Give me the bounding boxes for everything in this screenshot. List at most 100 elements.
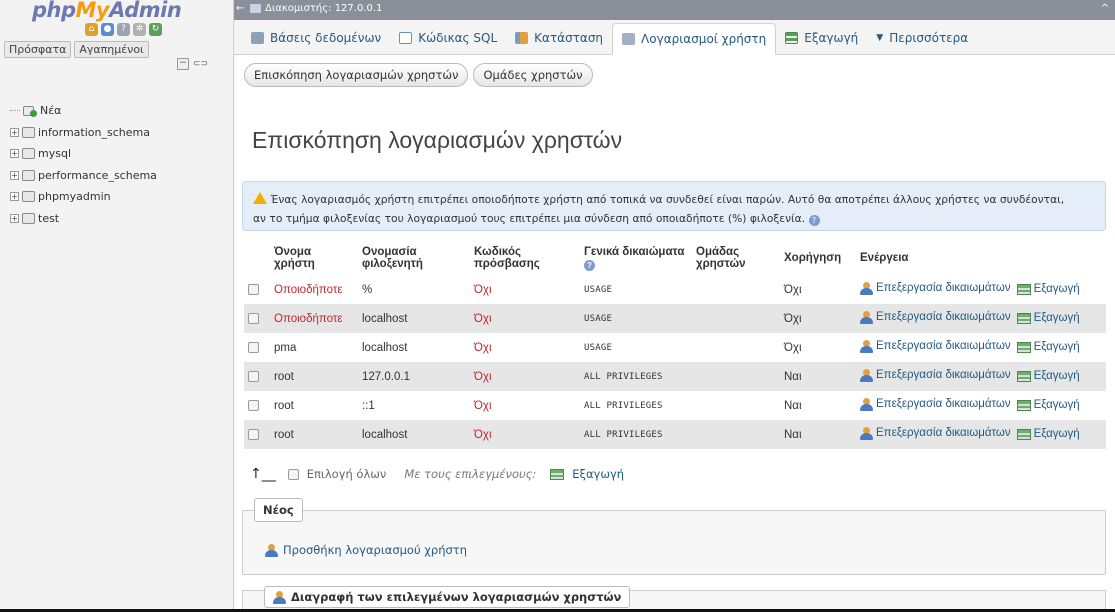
export-user-label[interactable]: Εξαγωγή <box>1034 428 1080 440</box>
export-user-link[interactable]: Εξαγωγή <box>1011 341 1080 353</box>
subtab-user-accounts-overview[interactable]: Επισκόπηση λογαριασμών χρηστών <box>244 63 469 87</box>
table-row[interactable]: root localhost Όχι ALL PRIVILEGES Ναι Επεξεργ… <box>244 420 1106 449</box>
export-user-label[interactable]: Εξαγωγή <box>1034 399 1080 411</box>
cell-user-group <box>692 391 780 420</box>
cell-password: Όχι <box>470 275 580 304</box>
collapse-all-button[interactable]: − <box>177 58 189 70</box>
export-user-label[interactable]: Εξαγωγή <box>1034 312 1080 324</box>
help-icon[interactable]: ? <box>808 215 820 226</box>
edit-privileges-label[interactable]: Επεξεργασία δικαιωμάτων <box>876 427 1011 439</box>
row-checkbox[interactable] <box>248 399 259 411</box>
recent-tab[interactable]: Πρόσφατα <box>4 41 72 58</box>
logout-icon[interactable]: ● <box>101 23 114 36</box>
back-arrow-icon[interactable]: ← <box>236 3 244 14</box>
expand-icon[interactable]: + <box>10 170 19 180</box>
export-user-link[interactable]: Εξαγωγή <box>1011 399 1080 411</box>
export-user-link[interactable]: Εξαγωγή <box>1011 370 1080 382</box>
edit-privileges-link[interactable]: Επεξεργασία δικαιωμάτων <box>860 368 1011 382</box>
bulk-export-button[interactable]: Εξαγωγή <box>572 467 624 481</box>
tab-export[interactable]: Εξαγωγή <box>776 22 867 54</box>
edit-privileges-link[interactable]: Επεξεργασία δικαιωμάτων <box>860 426 1011 440</box>
favorites-tab[interactable]: Αγαπημένοι <box>74 41 149 58</box>
export-user-link[interactable]: Εξαγωγή <box>1011 283 1080 295</box>
export-user-link[interactable]: Εξαγωγή <box>1011 428 1080 440</box>
cell-password: Όχι <box>470 333 580 362</box>
link-icon[interactable]: ⊂⊃ <box>193 59 208 69</box>
tree-item-label[interactable]: test <box>38 212 59 225</box>
row-checkbox[interactable] <box>248 312 259 324</box>
select-all-label[interactable]: Επιλογή όλων <box>307 467 387 481</box>
expand-icon[interactable]: + <box>10 149 19 159</box>
expand-icon[interactable]: + <box>10 192 19 202</box>
breadcrumb-server[interactable]: Διακομιστής: 127.0.0.1 <box>265 3 382 14</box>
tree-item-label[interactable]: phpmyadmin <box>38 190 111 203</box>
add-user-account-link[interactable]: Προσθήκη λογαριασμού χρήστη <box>265 543 467 557</box>
tab-status[interactable]: Κατάσταση <box>506 22 612 54</box>
cell-user-group <box>692 362 780 391</box>
row-checkbox[interactable] <box>248 283 259 295</box>
header-grant[interactable]: Χορήγηση <box>780 241 856 275</box>
row-checkbox[interactable] <box>248 428 259 440</box>
add-user-label[interactable]: Προσθήκη λογαριασμού χρήστη <box>283 543 467 557</box>
edit-privileges-link[interactable]: Επεξεργασία δικαιωμάτων <box>860 397 1011 411</box>
table-row[interactable]: root 127.0.0.1 Όχι ALL PRIVILEGES Ναι Επεξεργ… <box>244 362 1106 391</box>
tree-item-label[interactable]: information_schema <box>38 126 150 139</box>
table-row[interactable]: pma localhost Όχι USAGE Όχι Επεξεργασία δικαι… <box>244 333 1106 362</box>
tab-sql[interactable]: Κώδικας SQL <box>390 22 506 54</box>
tab-user-accounts[interactable]: Λογαριασμοί χρήστη <box>612 23 777 55</box>
logo-php: php <box>32 0 76 22</box>
export-user-label[interactable]: Εξαγωγή <box>1034 341 1080 353</box>
header-password[interactable]: Κωδικός πρόσβασης <box>470 241 580 275</box>
export-icon <box>1016 399 1031 411</box>
help-icon[interactable]: ? <box>584 259 595 271</box>
tree-item-db[interactable]: + phpmyadmin <box>10 186 157 208</box>
phpmyadmin-logo[interactable]: phpMyAdmin <box>32 0 182 22</box>
expand-icon[interactable]: + <box>10 127 19 137</box>
tab-databases[interactable]: Βάσεις δεδομένων <box>242 22 390 54</box>
row-checkbox[interactable] <box>248 370 259 382</box>
header-host[interactable]: Ονομασία φιλοξενητή <box>358 241 470 275</box>
tree-item-label[interactable]: performance_schema <box>38 169 157 182</box>
table-row[interactable]: root::1 Όχι ALL PRIVILEGES Ναι Επεξεργασία δ… <box>244 391 1106 420</box>
export-user-label[interactable]: Εξαγωγή <box>1034 283 1080 295</box>
tree-item-db[interactable]: + information_schema <box>10 122 157 144</box>
header-user-group[interactable]: Ομάδας χρηστών <box>692 241 780 275</box>
edit-privileges-label[interactable]: Επεξεργασία δικαιωμάτων <box>876 340 1011 352</box>
tree-item-new[interactable]: Νέα <box>10 100 157 122</box>
subtab-user-groups[interactable]: Ομάδες χρηστών <box>473 63 593 87</box>
edit-privileges-link[interactable]: Επεξεργασία δικαιωμάτων <box>860 281 1011 295</box>
cell-user-group <box>692 304 780 333</box>
database-icon <box>22 212 35 224</box>
expand-icon[interactable]: + <box>10 213 19 223</box>
settings-icon[interactable]: ✲ <box>133 23 146 36</box>
export-user-link[interactable]: Εξαγωγή <box>1011 312 1080 324</box>
row-checkbox[interactable] <box>248 341 259 353</box>
tree-item-db[interactable]: + performance_schema <box>10 165 157 187</box>
edit-privileges-label[interactable]: Επεξεργασία δικαιωμάτων <box>876 282 1011 294</box>
tree-item-db[interactable]: + mysql <box>10 143 157 165</box>
table-row[interactable]: Οποιοδήποτε% Όχι USAGE Όχι Επεξεργασία δικαι… <box>244 275 1106 304</box>
edit-privileges-link[interactable]: Επεξεργασία δικαιωμάτων <box>860 339 1011 353</box>
export-user-label[interactable]: Εξαγωγή <box>1034 370 1080 382</box>
edit-privileges-label[interactable]: Επεξεργασία δικαιωμάτων <box>876 311 1011 323</box>
tree-item-db[interactable]: + test <box>10 208 157 230</box>
header-user[interactable]: Όνομα χρήστη <box>270 241 358 275</box>
edit-privileges-link[interactable]: Επεξεργασία δικαιωμάτων <box>860 310 1011 324</box>
docs-icon[interactable]: ? <box>117 23 130 36</box>
cell-host: localhost <box>358 420 470 449</box>
reload-icon[interactable]: ↻ <box>149 23 162 36</box>
page-title: Επισκόπηση λογαριασμών χρηστών <box>252 127 623 153</box>
delete-legend-label: Διαγραφή των επιλεγμένων λογαριασμών χρη… <box>291 590 622 604</box>
header-global-privileges[interactable]: Γενικά δικαιώματα ? <box>580 241 692 275</box>
edit-privileges-label[interactable]: Επεξεργασία δικαιωμάτων <box>876 398 1011 410</box>
tree-item-label[interactable]: mysql <box>38 147 71 160</box>
tab-more[interactable]: ▼ Περισσότερα <box>867 22 977 54</box>
home-icon[interactable]: ⌂ <box>85 23 98 36</box>
edit-privileges-label[interactable]: Επεξεργασία δικαιωμάτων <box>876 369 1011 381</box>
select-all-checkbox[interactable] <box>287 468 299 480</box>
tree-item-label: Νέα <box>40 104 62 118</box>
collapse-top-icon[interactable]: ^ <box>1101 3 1109 14</box>
table-row[interactable]: Οποιοδήποτε localhost Όχι USAGE Όχι Επεξεργασ… <box>244 304 1106 333</box>
edit-privileges-icon <box>860 310 873 324</box>
export-icon[interactable] <box>550 468 565 480</box>
